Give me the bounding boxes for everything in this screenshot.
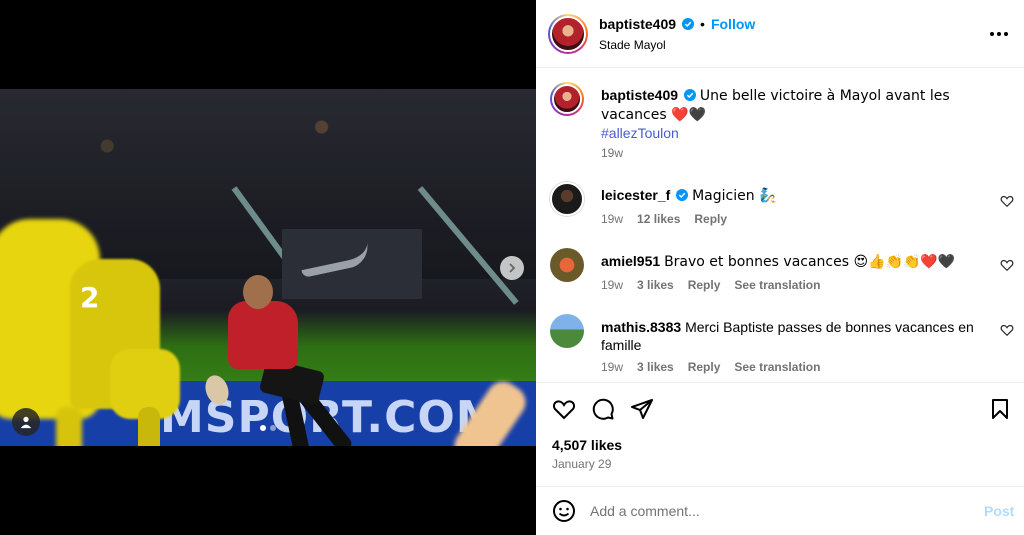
comment-icon[interactable] [591,397,615,421]
heart-icon[interactable] [1000,194,1014,208]
separator: • [700,16,705,32]
bookmark-icon[interactable] [988,397,1012,421]
verified-badge-icon [676,189,689,201]
more-options-icon[interactable] [990,26,1008,42]
carousel-dot-active [260,425,266,431]
player-head [243,275,273,309]
carousel-dot [270,425,276,431]
comment-body: mathis.8383 Merci Baptiste passes de bon… [601,318,981,354]
hashtag-link[interactable]: #allezToulon [601,125,679,141]
player-leg [138,407,160,446]
comment-input[interactable] [590,497,950,525]
caption-meta: 19w [601,146,623,160]
action-bar [536,382,1024,432]
reply-button[interactable]: Reply [688,278,721,292]
caption-username[interactable]: baptiste409 [601,87,678,103]
comment-meta: 19w 3 likes Reply See translation [601,278,820,292]
heart-icon[interactable] [552,397,576,421]
comment-username[interactable]: amiel951 [601,253,660,269]
comment-meta: 19w 12 likes Reply [601,212,727,226]
likes-count[interactable]: 4,507 likes [552,437,622,453]
comment-body: amiel951 Bravo et bonnes vacances 😍👍👏👏❤️… [601,252,981,271]
comment-time: 19w [601,278,624,292]
comment-time: 19w [601,212,624,226]
verified-badge-icon [683,89,696,101]
heart-icon[interactable] [1000,258,1014,272]
player-leg [56,407,82,446]
comment-username[interactable]: leicester_f [601,187,670,203]
tagged-user-icon[interactable] [12,408,40,436]
post-date: January 29 [552,457,612,471]
see-translation-button[interactable]: See translation [734,278,820,292]
next-arrow-icon[interactable] [500,256,524,280]
comment-meta: 19w 3 likes Reply See translation [601,360,820,374]
comment-likes[interactable]: 3 likes [637,360,674,374]
emoji-icon[interactable] [552,499,576,523]
author-avatar[interactable] [550,82,584,116]
caption-time: 19w [601,146,624,160]
reply-button[interactable]: Reply [688,360,721,374]
comment-text: Bravo et bonnes vacances 😍👍👏👏❤️🖤 [664,254,956,270]
heart-icon[interactable] [1000,323,1014,337]
post-button[interactable]: Post [984,503,1014,519]
post-side-panel: baptiste409 • Follow Stade Mayol baptist… [536,0,1024,535]
player-scrum-half [228,301,298,369]
follow-button[interactable]: Follow [711,16,755,32]
comment-likes[interactable]: 3 likes [637,278,674,292]
carousel-dots [260,425,276,431]
comment-time: 19w [601,360,624,374]
verified-badge-icon [682,18,695,30]
author-avatar[interactable] [548,14,588,54]
author-username[interactable]: baptiste409 [599,16,676,32]
media-panel: MSPORT.COM 2 [0,0,536,535]
post-photo[interactable]: MSPORT.COM 2 [0,89,536,446]
jersey-number: 2 [80,281,100,314]
see-translation-button[interactable]: See translation [734,360,820,374]
commenter-avatar[interactable] [550,182,584,216]
author-row: baptiste409 • Follow [599,16,755,32]
comment-likes[interactable]: 12 likes [637,212,680,226]
commenter-avatar[interactable] [550,314,584,348]
commenter-avatar[interactable] [550,248,584,282]
comment-body: leicester_f Magicien 🧞 [601,186,981,205]
post-header: baptiste409 • Follow Stade Mayol [536,0,1024,68]
reply-button[interactable]: Reply [694,212,727,226]
comment-text: Magicien 🧞 [692,188,777,204]
share-icon[interactable] [630,397,654,421]
caption-body: baptiste409 Une belle victoire à Mayol a… [601,86,981,142]
comment-username[interactable]: mathis.8383 [601,319,681,335]
comment-composer: Post [536,486,1024,535]
location-link[interactable]: Stade Mayol [599,38,666,52]
